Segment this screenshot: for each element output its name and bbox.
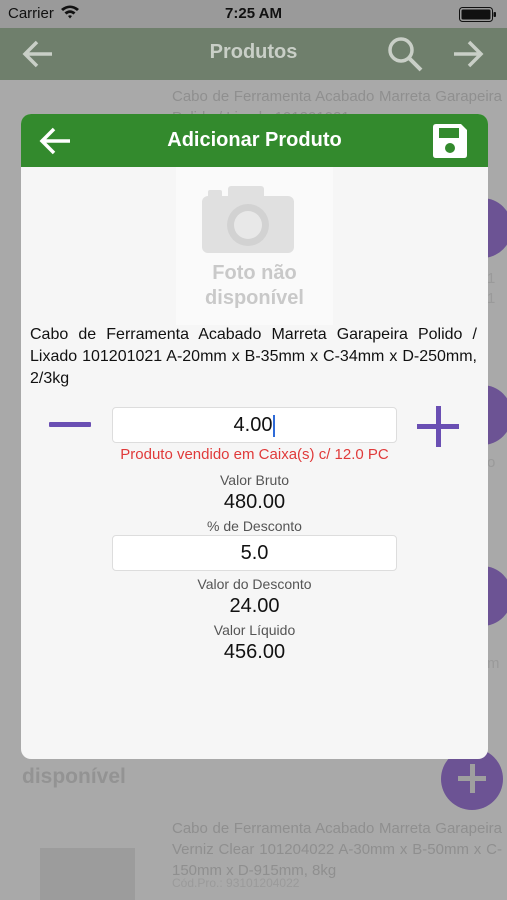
product-code: Cód.Pro.: 93101204022: [172, 876, 300, 890]
increase-quantity-button[interactable]: [417, 406, 461, 448]
product-thumbnail: [40, 848, 135, 900]
camera-icon: [202, 186, 294, 253]
photo-placeholder-label: disponível: [22, 765, 126, 788]
quantity-value: 4.00: [233, 414, 273, 436]
add-product-dialog: Adicionar Produto Foto não disponível Ca…: [21, 114, 488, 759]
net-value-label: Valor Líquido: [213, 622, 296, 638]
list-item-fragment: 1: [487, 270, 496, 287]
discount-value: 24.00: [229, 595, 280, 617]
net-value: 456.00: [223, 641, 286, 663]
sale-unit-notice: Produto vendido em Caixa(s) c/ 12.0 PC: [120, 446, 389, 463]
list-item[interactable]: Cabo de Ferramenta Acabado Marreta Garap…: [172, 818, 502, 881]
clock: 7:25 AM: [225, 5, 282, 22]
photo-placeholder-line: disponível: [205, 287, 304, 309]
quantity-input[interactable]: 4.00: [112, 407, 397, 443]
forward-arrow-icon[interactable]: [450, 36, 486, 72]
search-icon[interactable]: [386, 35, 424, 73]
list-item-fragment: o: [487, 454, 496, 471]
status-bar: Carrier 7:25 AM: [0, 0, 507, 28]
battery-icon: [459, 7, 496, 22]
save-icon[interactable]: [431, 122, 469, 160]
gross-value-label: Valor Bruto: [220, 472, 289, 488]
list-item-fragment: 1: [487, 290, 496, 307]
photo-placeholder-line: Foto não: [212, 262, 297, 284]
gross-value: 480.00: [223, 491, 286, 513]
decrease-quantity-button[interactable]: [49, 407, 91, 443]
dialog-title: Adicionar Produto: [167, 129, 342, 151]
navbar-title: Produtos: [209, 41, 298, 63]
discount-percent-input[interactable]: 5.0: [112, 535, 397, 571]
product-description: Cabo de Ferramenta Acabado Marreta Garap…: [30, 326, 477, 387]
discount-percent-label: % de Desconto: [207, 518, 302, 534]
discount-value-label: Valor do Desconto: [197, 576, 312, 592]
list-item-fragment: m: [487, 655, 500, 672]
dialog-header: Adicionar Produto: [21, 114, 488, 167]
product-photo-placeholder: Foto não disponível: [176, 167, 333, 325]
navbar: Produtos: [0, 28, 507, 80]
text-cursor: [273, 414, 276, 437]
